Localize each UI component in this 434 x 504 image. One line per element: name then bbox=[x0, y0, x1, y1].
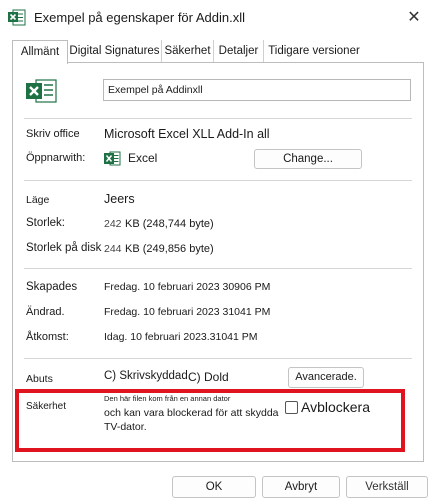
size-on-disk-kb: 244 bbox=[104, 243, 122, 255]
modified-value: Fredag. 10 februari 2023 31041 PM bbox=[104, 306, 271, 318]
opens-with-label: Öppnarwith: bbox=[26, 152, 86, 164]
advanced-button[interactable]: Avancerade. bbox=[288, 367, 364, 388]
title-bar: Exempel på egenskaper för Addin.xll ✕ bbox=[0, 0, 434, 36]
close-button[interactable]: ✕ bbox=[403, 8, 425, 28]
file-name-input[interactable] bbox=[103, 79, 411, 101]
size-on-disk-label: Storlek på disk bbox=[26, 242, 102, 254]
divider bbox=[24, 268, 412, 269]
size-label: Storlek: bbox=[26, 217, 65, 229]
size-kb: 242 bbox=[104, 218, 122, 230]
location-label: Läge bbox=[26, 194, 50, 206]
type-value: Microsoft Excel XLL Add-In all bbox=[104, 127, 270, 141]
size-on-disk-value: 244 KB (249,856 byte) bbox=[104, 241, 214, 255]
size-detail: KB (248,744 byte) bbox=[125, 218, 214, 230]
type-label: Skriv office bbox=[26, 128, 80, 140]
tab-details[interactable]: Detaljer bbox=[214, 40, 264, 62]
created-label: Skapades bbox=[26, 281, 78, 293]
excel-app-icon bbox=[104, 151, 121, 166]
apply-button[interactable]: Verkställ bbox=[346, 476, 428, 498]
security-text-line-1: Den här filen kom från en annan dator bbox=[104, 394, 231, 403]
size-value: 242 KB (248,744 byte) bbox=[104, 216, 214, 230]
size-on-disk-detail: KB (249,856 byte) bbox=[125, 243, 214, 255]
tab-digital-signatures[interactable]: Digital Signatures bbox=[68, 40, 162, 62]
unblock-label[interactable]: Avblockera bbox=[301, 399, 370, 415]
created-value: Fredag. 10 februari 2023 30906 PM bbox=[104, 281, 271, 293]
divider bbox=[24, 180, 412, 181]
security-label: Säkerhet bbox=[26, 401, 67, 412]
accessed-value: Idag. 10 februari 2023.31041 PM bbox=[104, 331, 258, 343]
cancel-button[interactable]: Avbryt bbox=[262, 476, 340, 498]
security-text-line-3: TV-dator. bbox=[104, 421, 147, 433]
unblock-checkbox[interactable] bbox=[285, 401, 298, 414]
location-value: Jeers bbox=[104, 192, 135, 206]
change-button[interactable]: Change... bbox=[254, 149, 362, 169]
tab-previous-versions[interactable]: Tidigare versioner bbox=[264, 40, 364, 62]
modified-label: Ändrad. bbox=[26, 306, 65, 318]
excel-addin-icon bbox=[8, 9, 26, 26]
divider bbox=[24, 118, 412, 119]
hidden-checkbox[interactable]: C) Dold bbox=[188, 370, 229, 384]
divider bbox=[24, 358, 412, 359]
window-title: Exempel på egenskaper för Addin.xll bbox=[34, 10, 246, 25]
excel-file-icon bbox=[26, 79, 57, 103]
close-icon: ✕ bbox=[407, 9, 421, 26]
attributes-label: Abuts bbox=[26, 373, 53, 385]
tab-bar: Allmänt Digital Signatures Säkerhet Deta… bbox=[12, 40, 424, 64]
accessed-label: Åtkomst: bbox=[26, 331, 69, 343]
tab-security[interactable]: Säkerhet bbox=[162, 40, 214, 62]
opens-with-value: Excel bbox=[128, 151, 158, 165]
readonly-checkbox[interactable]: C) Skrivskyddad bbox=[104, 370, 188, 382]
tab-general[interactable]: Allmänt bbox=[12, 40, 68, 64]
security-text-line-2: och kan vara blockerad för att skydda bbox=[104, 407, 279, 419]
ok-button[interactable]: OK bbox=[172, 476, 256, 498]
